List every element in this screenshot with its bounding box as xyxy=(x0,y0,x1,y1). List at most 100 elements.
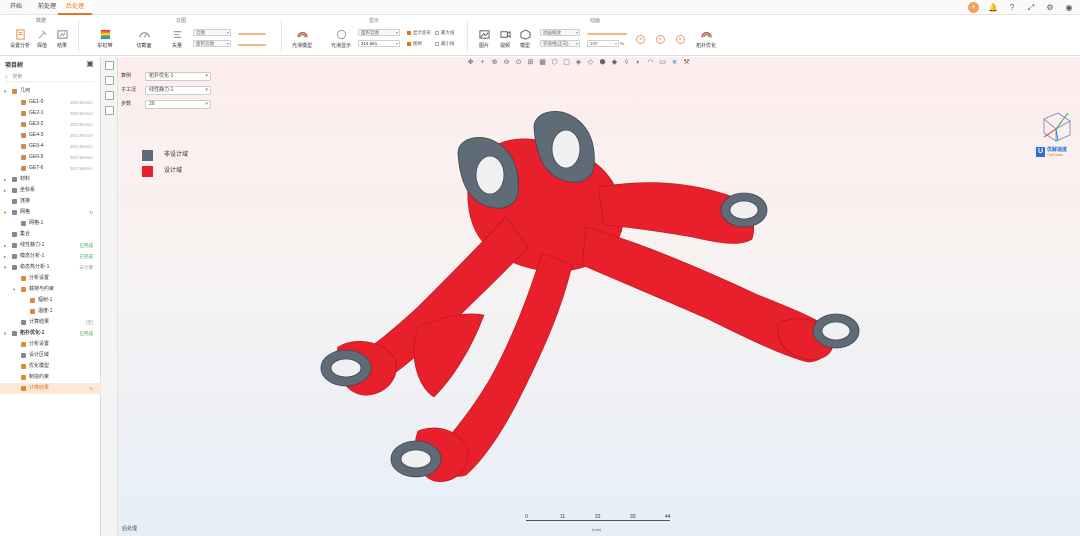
tree-item-label: 计算结果 xyxy=(29,385,50,391)
tree-item[interactable]: GE6-5 30CrMnSiA xyxy=(0,152,101,163)
tree-item[interactable]: GE3-2 30CrMnSiA xyxy=(0,119,101,130)
max-value-checkbox[interactable]: 最大值 xyxy=(435,29,455,36)
chevron-down-icon[interactable]: ▾ xyxy=(4,262,6,273)
legend-checkbox[interactable]: 图例 xyxy=(407,40,422,47)
panel-icon-3[interactable] xyxy=(105,91,114,100)
show-deformation-checkbox[interactable]: 显示变形 xyxy=(407,29,431,36)
image-button[interactable]: 图片 xyxy=(476,29,492,49)
video-button[interactable]: 视频 xyxy=(497,29,513,49)
tree-item[interactable]: GE2-1 30CrMnSiA xyxy=(0,108,101,119)
scale-tick-4: 44 xyxy=(665,514,671,520)
tab-postprocess[interactable]: 后处理 xyxy=(58,0,93,15)
contour-slider-1[interactable] xyxy=(238,33,266,35)
tree-item[interactable]: 计算结果 [空] xyxy=(0,317,101,328)
tree-item[interactable]: GE5-4 30CrMnSiA xyxy=(0,141,101,152)
tree-search-input[interactable]: ⌕ 搜索 xyxy=(5,73,95,82)
group-title-display: 显示 xyxy=(369,18,380,24)
display-value-dropdown[interactable]: 314.661 xyxy=(358,40,400,47)
chevron-right-icon[interactable]: ▸ xyxy=(4,251,6,262)
gauge-icon xyxy=(138,32,150,38)
tree-item[interactable]: ▾ 几何 xyxy=(0,86,101,97)
tree-node-icon xyxy=(21,166,26,171)
display-model-button[interactable]: 光滑模型 xyxy=(289,29,315,49)
tree-item-label: 制造约束 xyxy=(29,374,50,380)
tree-node-icon xyxy=(30,298,35,303)
mode-button[interactable]: 模型 xyxy=(517,29,533,49)
contour-slider-2[interactable] xyxy=(238,44,266,46)
play-icon[interactable]: ▸ xyxy=(656,35,665,44)
chevron-right-icon[interactable]: ▸ xyxy=(4,185,6,196)
step-back-icon[interactable]: ◂ xyxy=(636,35,645,44)
bracket-model[interactable] xyxy=(118,57,1080,536)
report-button[interactable]: 设置分析 xyxy=(9,29,31,49)
contour-dropdown-2[interactable]: 面积云图 xyxy=(193,40,231,47)
tree-item[interactable]: ▸ 模态分析-1 已完成 xyxy=(0,251,101,262)
tree-item[interactable]: ▾ 载荷与约束 xyxy=(0,284,101,295)
axis-cube-icon[interactable] xyxy=(1036,109,1076,143)
gear-icon[interactable]: ⚙ xyxy=(1045,3,1055,13)
user-icon[interactable]: ◉ xyxy=(1064,3,1074,13)
animation-percent-input[interactable]: 100 xyxy=(587,40,619,47)
tree-item[interactable]: GE4-3 30CrMnSiA xyxy=(0,130,101,141)
min-value-checkbox[interactable]: 最小值 xyxy=(435,40,455,47)
tree-item[interactable]: ▾ 网格 ↻ xyxy=(0,207,101,218)
tree-item[interactable]: ▸ 坐标系 xyxy=(0,185,101,196)
step-forward-icon[interactable]: ▸ xyxy=(676,35,685,44)
tree-item[interactable]: GE7-6 30CrMnSiA xyxy=(0,163,101,174)
fullscreen-icon[interactable]: ⤢ xyxy=(1026,3,1036,13)
tree-item[interactable]: 连接 xyxy=(0,196,101,207)
vector-button[interactable]: 矢量 xyxy=(169,29,185,49)
chevron-down-icon[interactable]: ▾ xyxy=(4,328,6,339)
tree-item[interactable]: 计算结果 ↻ xyxy=(0,383,101,394)
section-button[interactable]: 切截面 xyxy=(131,29,157,49)
animation-speed-slider[interactable] xyxy=(587,33,627,35)
chevron-right-icon[interactable]: ▸ xyxy=(4,174,6,185)
tree-item[interactable]: 设计区域 xyxy=(0,350,101,361)
chevron-down-icon[interactable]: ▾ xyxy=(13,284,15,295)
result-button[interactable]: 结果 xyxy=(54,29,70,49)
legend-button[interactable]: 彩虹带 xyxy=(92,29,118,49)
tree-item[interactable]: 制造约束 xyxy=(0,372,101,383)
tree-item[interactable]: 分析设置 xyxy=(0,339,101,350)
bottom-tab-postprocess[interactable]: 后处理 xyxy=(118,523,141,534)
bell-icon[interactable]: 🔔 xyxy=(988,3,998,13)
panel-icon-2[interactable] xyxy=(105,76,114,85)
tree-node-icon xyxy=(21,375,26,380)
topology-optimization-button[interactable]: 拓扑优化 xyxy=(694,29,718,49)
help-icon[interactable]: ? xyxy=(1007,3,1017,13)
tree-item[interactable]: 集合 xyxy=(0,229,101,240)
tree-item[interactable]: ▾ 拓扑优化-1 已完成 xyxy=(0,328,101,339)
tree-item[interactable]: 辐射-1 xyxy=(0,295,101,306)
tree-item[interactable]: ▸ 线性静力-1 已完成 xyxy=(0,240,101,251)
render-mode-dropdown[interactable]: 面积云图 xyxy=(358,29,400,36)
tree-item[interactable]: 网格-1 xyxy=(0,218,101,229)
panel-icon-1[interactable] xyxy=(105,61,114,70)
tree-item[interactable]: ▸ 材料 xyxy=(0,174,101,185)
tree-item[interactable]: 分析设置 xyxy=(0,273,101,284)
tree-item[interactable]: GE1-0 30CrMnSiA xyxy=(0,97,101,108)
tree-node-icon xyxy=(21,276,26,281)
tab-start[interactable]: 开始 xyxy=(2,0,30,15)
tree-node-icon xyxy=(21,320,26,325)
refresh-icon[interactable]: ↻ xyxy=(89,207,93,218)
tree-item-label: 设计区域 xyxy=(29,352,50,358)
collapse-panel-icon[interactable]: ▣ xyxy=(85,59,95,69)
animation-mode-dropdown[interactable]: 动画缩放 xyxy=(540,29,580,36)
contour-dropdown-1[interactable]: 云图 xyxy=(193,29,231,36)
tree-node-icon xyxy=(21,353,26,358)
panel-icon-4[interactable] xyxy=(105,106,114,115)
probe-button[interactable]: 探值 xyxy=(34,29,50,49)
animation-direction-dropdown[interactable]: 等值线(正向) xyxy=(540,40,580,47)
refresh-icon[interactable]: ↻ xyxy=(89,383,93,394)
smooth-display-button[interactable]: 光滑显示 xyxy=(329,29,353,49)
tree-item[interactable]: 温度-1 xyxy=(0,306,101,317)
tree-item[interactable]: 优化模型 xyxy=(0,361,101,372)
chevron-right-icon[interactable]: ▸ xyxy=(4,240,6,251)
user-avatar[interactable]: ♦ xyxy=(968,2,979,13)
vector-icon xyxy=(173,31,181,38)
chevron-down-icon[interactable]: ▾ xyxy=(4,86,6,97)
3d-viewport[interactable]: ✥ + ⊕ ⊖ ⊙ ⊞ ▦ ⬡ ▢ ◈ ◇ ⬢ ◆ ◊ ◐ ◠ ▭ ■ ⚒ 算例… xyxy=(118,57,1080,536)
tree-node-icon xyxy=(12,177,17,182)
tree-item[interactable]: ▾ 稳态热分析-1 未计算 xyxy=(0,262,101,273)
chevron-down-icon[interactable]: ▾ xyxy=(4,207,6,218)
